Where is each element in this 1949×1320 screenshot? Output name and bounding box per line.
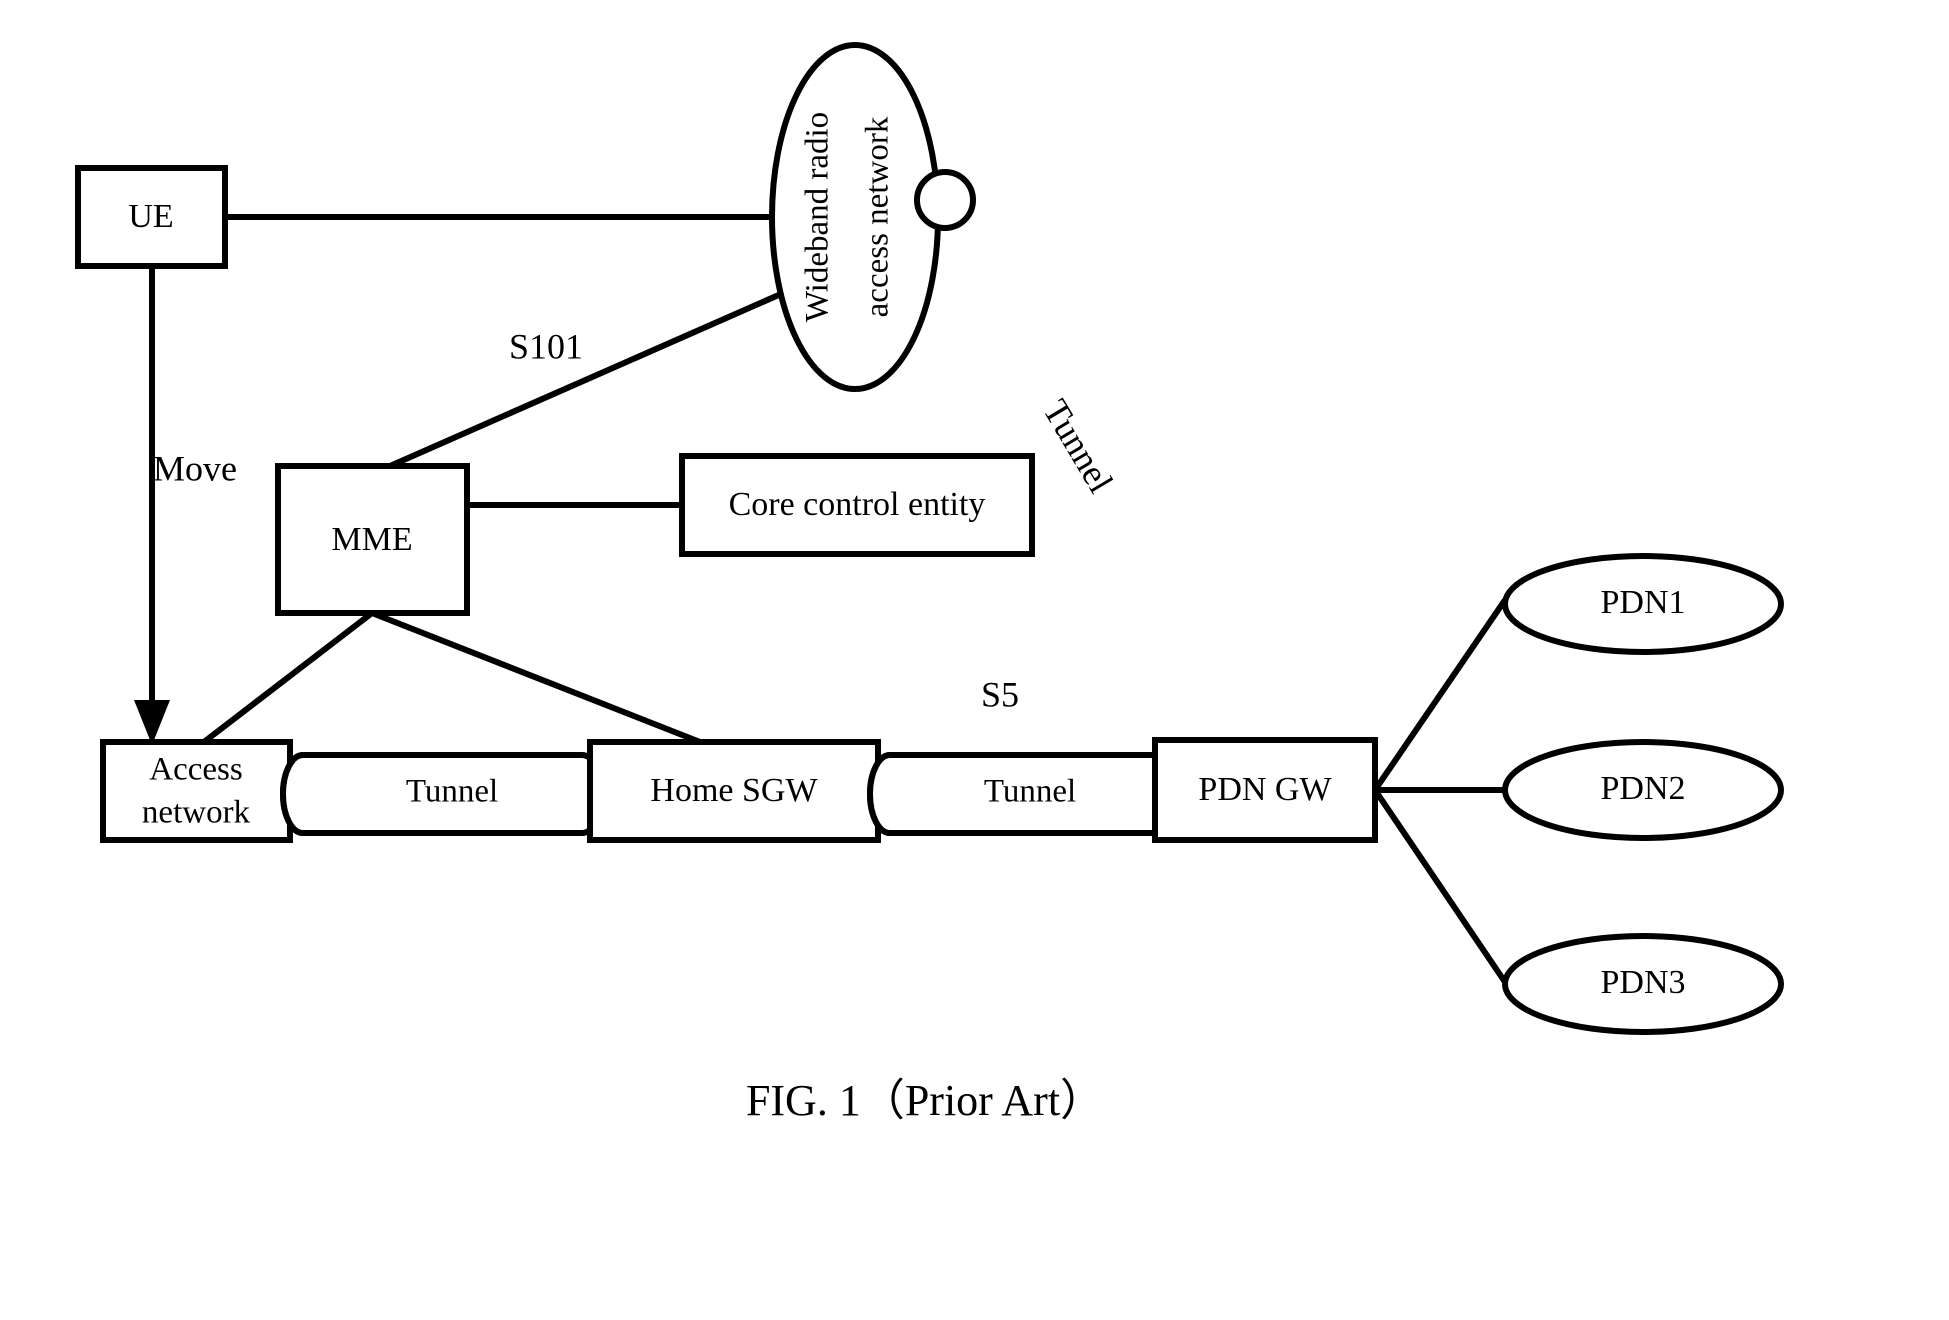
connector-pdngw-to-pdn1 (1372, 598, 1508, 792)
connector-ue-move-arrow-head (134, 700, 170, 745)
s5-label: S5 (981, 674, 1019, 714)
connector-pdngw-to-pdn3 (1372, 788, 1508, 984)
ue-label: UE (128, 198, 173, 235)
mme-label: MME (331, 521, 412, 558)
pdn-gw-label: PDN GW (1198, 771, 1332, 808)
tunnel-sgw-to-pdngw-label: Tunnel (984, 774, 1076, 810)
figure-root: Tunnel Wideband radio access network UE … (0, 0, 1949, 1320)
s101-label: S101 (509, 326, 583, 366)
connector-mme-to-wideband-radio-access-network-s101 (388, 287, 792, 469)
pdn1-label: PDN1 (1600, 584, 1685, 621)
wideband-radio-access-network-label-line2: access network (860, 116, 896, 317)
wideband-radio-access-network-label-line1: Wideband radio (800, 112, 836, 322)
pdn2-label: PDN2 (1600, 770, 1685, 807)
connector-mme-to-access-network (198, 610, 374, 748)
core-control-entity-label: Core control entity (729, 486, 986, 523)
junction-circle-icon (914, 169, 976, 231)
tunnel-access-to-sgw-label: Tunnel (406, 774, 498, 810)
pdn3-label: PDN3 (1600, 964, 1685, 1001)
network-architecture-diagram: Tunnel Wideband radio access network UE … (75, 42, 1784, 1125)
wideband-radio-access-network-ellipse[interactable] (769, 42, 941, 392)
access-network-label-line2: network (142, 795, 251, 831)
home-sgw-label: Home SGW (650, 772, 818, 809)
connector-mme-to-home-sgw (370, 610, 702, 745)
access-network-label-line1: Access (149, 752, 242, 788)
move-label: Move (153, 448, 237, 488)
figure-caption: FIG. 1（Prior Art） (746, 1076, 1104, 1125)
